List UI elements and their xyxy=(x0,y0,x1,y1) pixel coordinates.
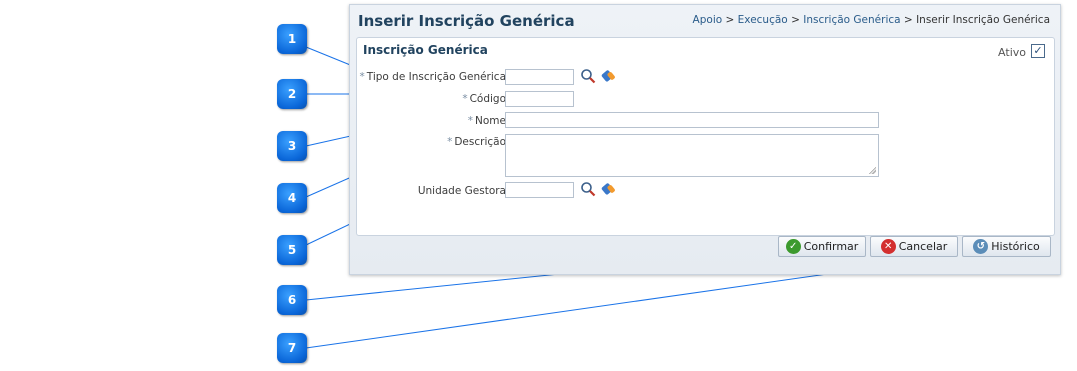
tipo-label-text: Tipo de Inscrição Genérica xyxy=(366,71,506,83)
callout-badge-7: 7 xyxy=(277,333,307,363)
historico-label: Histórico xyxy=(991,240,1040,253)
callout-badge-5: 5 xyxy=(277,235,307,265)
breadcrumb-separator: > xyxy=(791,14,800,26)
codigo-input[interactable] xyxy=(505,91,574,107)
historico-button[interactable]: ↺ Histórico xyxy=(962,236,1051,257)
breadcrumb-separator: > xyxy=(903,14,913,26)
codigo-label-text: Código xyxy=(469,93,506,105)
descricao-textarea[interactable] xyxy=(505,134,879,177)
unidade-magnifier-icon[interactable] xyxy=(580,181,596,197)
nome-label-text: Nome xyxy=(475,115,506,127)
callout-badge-3: 3 xyxy=(277,131,307,161)
tipo-eraser-icon[interactable] xyxy=(600,68,616,84)
breadcrumb-separator: > xyxy=(725,14,735,26)
breadcrumb-execucao[interactable]: Execução xyxy=(738,14,788,26)
unidade-label-text: Unidade Gestora xyxy=(417,185,506,197)
cancelar-button[interactable]: ✕ Cancelar xyxy=(870,236,958,257)
breadcrumb-current: Inserir Inscrição Genérica xyxy=(916,14,1050,26)
required-marker: * xyxy=(462,93,468,105)
tipo-input[interactable] xyxy=(505,69,574,85)
tipo-label: * Tipo de Inscrição Genérica xyxy=(360,71,507,83)
required-marker: * xyxy=(447,136,453,148)
descricao-label-text: Descrição xyxy=(454,136,506,148)
tipo-magnifier-icon[interactable] xyxy=(580,68,596,84)
cancelar-label: Cancelar xyxy=(898,240,948,253)
codigo-label: * Código xyxy=(462,93,506,105)
unidade-eraser-icon[interactable] xyxy=(600,181,616,197)
nome-label: * Nome xyxy=(468,115,506,127)
breadcrumb: Apoio > Execução > Inscrição Genérica > … xyxy=(693,14,1050,26)
ativo-label: Ativo xyxy=(998,46,1026,59)
callout-badge-2: 2 xyxy=(277,79,307,109)
required-marker: * xyxy=(467,115,474,127)
descricao-label: * Descrição xyxy=(447,136,506,148)
callout-badge-4: 4 xyxy=(277,183,307,213)
history-icon: ↺ xyxy=(973,239,989,254)
nome-input[interactable] xyxy=(505,112,879,128)
section-title: Inscrição Genérica xyxy=(363,43,488,57)
unidade-input[interactable] xyxy=(505,182,574,198)
confirmar-button[interactable]: ✓ Confirmar xyxy=(778,236,866,257)
confirmar-label: Confirmar xyxy=(803,240,859,253)
required-marker: * xyxy=(359,71,365,83)
callout-badge-1: 1 xyxy=(277,24,307,54)
page-title: Inserir Inscrição Genérica xyxy=(358,12,575,30)
check-circle-icon: ✓ xyxy=(785,239,801,254)
resize-grip-icon[interactable] xyxy=(869,167,876,174)
breadcrumb-inscricao-generica[interactable]: Inscrição Genérica xyxy=(803,14,900,26)
form-panel: Inserir Inscrição Genérica Apoio > Execu… xyxy=(349,4,1061,275)
form-section: Inscrição Genérica Ativo ✓ * Tipo de Insc… xyxy=(356,37,1055,236)
callout-badge-6: 6 xyxy=(277,285,307,315)
ativo-checkbox[interactable]: ✓ xyxy=(1031,44,1045,58)
unidade-label: Unidade Gestora xyxy=(418,185,506,197)
x-circle-icon: ✕ xyxy=(880,239,896,254)
breadcrumb-apoio[interactable]: Apoio xyxy=(693,14,723,26)
